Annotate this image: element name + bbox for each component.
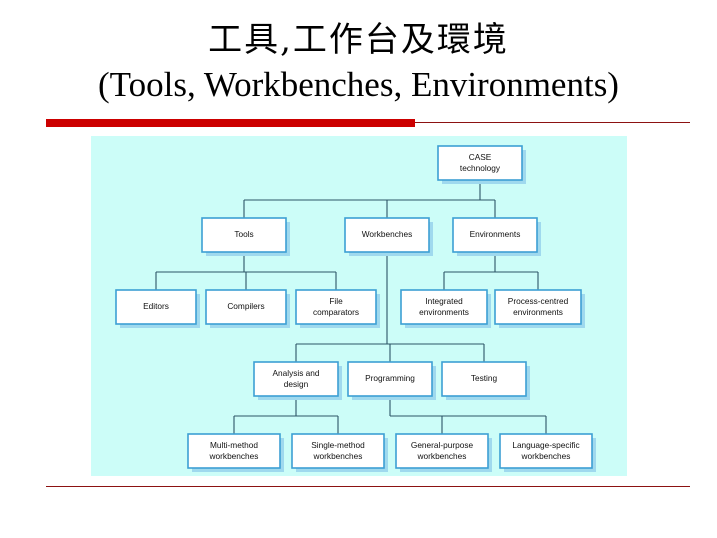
node-label: workbenches	[313, 451, 363, 461]
diagram-node-testing[interactable]: Testing	[441, 361, 530, 400]
node-label: Process-centred	[508, 296, 569, 306]
diagram-node-multimethod[interactable]: Multi-methodworkbenches	[187, 433, 284, 472]
footer-rule	[46, 486, 690, 487]
node-label: workbenches	[417, 451, 467, 461]
node-label: Testing	[471, 373, 498, 383]
page-title-english: (Tools, Workbenches, Environments)	[98, 65, 619, 104]
node-label: CASE	[469, 152, 492, 162]
node-label: workbenches	[521, 451, 571, 461]
case-technology-tree-diagram: CASEtechnology Tools Workbenches Environmen…	[115, 145, 596, 472]
diagram-node-filecomp[interactable]: Filecomparators	[295, 289, 380, 328]
node-label: Single-method	[311, 440, 365, 450]
diagram-canvas: CASE technology Tools Workbenches Environmen…	[91, 136, 627, 476]
title-accent-bar	[46, 119, 415, 127]
node-label: design	[284, 379, 309, 389]
node-label: Editors	[143, 301, 169, 311]
node-label: Language-specific	[512, 440, 579, 450]
node-label: comparators	[313, 307, 359, 317]
node-label: Tools	[234, 229, 253, 239]
diagram-node-workbenches[interactable]: Workbenches	[344, 217, 433, 256]
diagram-node-programming[interactable]: Programming	[347, 361, 436, 400]
diagram-node-compilers[interactable]: Compilers	[205, 289, 290, 328]
node-label: technology	[460, 163, 501, 173]
node-label: environments	[513, 307, 563, 317]
node-label: Environments	[470, 229, 521, 239]
node-label: environments	[419, 307, 469, 317]
diagram-node-analysis[interactable]: Analysis anddesign	[253, 361, 342, 400]
node-label: Analysis and	[272, 368, 319, 378]
diagram-node-environments[interactable]: Environments	[452, 217, 541, 256]
slide-title: 工具,工作台及環境 (Tools, Workbenches, Environme…	[0, 18, 717, 108]
node-label: File	[329, 296, 343, 306]
node-layer: CASEtechnology Tools Workbenches Environmen…	[115, 145, 596, 472]
diagram-node-case[interactable]: CASEtechnology	[437, 145, 526, 184]
slide-root: 工具,工作台及環境 (Tools, Workbenches, Environme…	[0, 0, 717, 538]
diagram-node-generalpurpose[interactable]: General-purposeworkbenches	[395, 433, 492, 472]
page-title-chinese: 工具,工作台及環境	[208, 20, 509, 60]
diagram-node-editors[interactable]: Editors	[115, 289, 200, 328]
node-label: Multi-method	[210, 440, 258, 450]
diagram-node-tools[interactable]: Tools	[201, 217, 290, 256]
diagram-node-processcentred[interactable]: Process-centredenvironments	[494, 289, 585, 328]
node-label: Compilers	[227, 301, 264, 311]
node-label: Workbenches	[362, 229, 413, 239]
diagram-node-integrated[interactable]: Integratedenvironments	[400, 289, 491, 328]
node-label: Programming	[365, 373, 415, 383]
node-label: Integrated	[425, 296, 463, 306]
node-label: General-purpose	[411, 440, 474, 450]
diagram-node-languagespecific[interactable]: Language-specificworkbenches	[499, 433, 596, 472]
diagram-node-singlemethod[interactable]: Single-methodworkbenches	[291, 433, 388, 472]
node-label: workbenches	[209, 451, 259, 461]
